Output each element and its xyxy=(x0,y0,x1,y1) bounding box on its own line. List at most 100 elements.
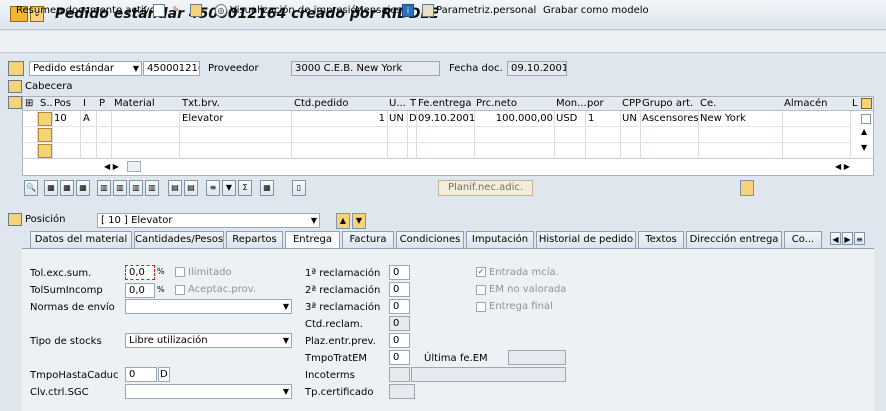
save-layout-icon[interactable]: ▦ xyxy=(260,180,274,196)
tmpo-unit-field[interactable]: D xyxy=(158,367,170,382)
sort-asc-icon[interactable]: ≡ xyxy=(206,180,220,196)
cell-i[interactable]: A xyxy=(83,112,90,126)
horizontal-scrollbar[interactable] xyxy=(127,161,141,172)
export-icon[interactable] xyxy=(740,180,754,196)
col-por[interactable]: por xyxy=(587,97,604,111)
cell-pos[interactable]: 10 xyxy=(54,112,67,126)
ctd-reclam-field[interactable]: 0 xyxy=(389,316,410,331)
cell-t[interactable]: D xyxy=(409,112,417,126)
tab-cantidades[interactable]: Cantidades/Pesos xyxy=(134,231,224,248)
tab-condiciones[interactable]: Condiciones xyxy=(396,231,464,248)
incoterms-field[interactable] xyxy=(389,367,410,382)
col-material[interactable]: Material xyxy=(114,97,155,111)
cell-grupo[interactable]: Ascensores xyxy=(642,112,699,126)
doc-type-select[interactable]: Pedido estándar ▼ xyxy=(29,61,142,76)
sum-icon[interactable]: Σ xyxy=(238,180,252,196)
fecha-field[interactable]: 09.10.2001 xyxy=(507,61,567,76)
row-selector[interactable] xyxy=(38,128,52,142)
reclamacion-2-field[interactable]: 0 xyxy=(389,282,410,297)
ultima-fe-field[interactable] xyxy=(508,350,566,365)
filter-icon[interactable]: ▼ xyxy=(222,180,236,196)
col-u[interactable]: U... xyxy=(389,97,406,111)
tab-historial[interactable]: Historial de pedido xyxy=(536,231,636,248)
col-p[interactable]: P xyxy=(99,97,105,111)
row-checkbox[interactable] xyxy=(861,114,871,124)
ilimitado-checkbox[interactable] xyxy=(175,267,185,277)
parametriz-button[interactable]: Parametriz.personal xyxy=(436,5,536,16)
prev-item-button[interactable]: ▲ xyxy=(336,213,350,229)
tipo-stocks-select[interactable]: Libre utilización ▼ xyxy=(125,333,292,348)
cabecera-expand-icon[interactable] xyxy=(8,80,22,93)
proveedor-field[interactable]: 3000 C.E.B. New York xyxy=(291,61,440,76)
reclamacion-1-field[interactable]: 0 xyxy=(389,265,410,280)
scroll-right-icon[interactable]: ◀ ▶ xyxy=(835,160,850,174)
edit-icon[interactable]: ✎ xyxy=(170,4,182,17)
cell-por[interactable]: 1 xyxy=(588,112,594,126)
cell-ctd[interactable]: 1 xyxy=(293,112,385,126)
cell-txt[interactable]: Elevator xyxy=(182,112,223,126)
resumen-button[interactable]: Resumen documento activo xyxy=(16,5,156,16)
entrada-mcia-checkbox[interactable]: ✓ xyxy=(476,267,486,277)
personal-settings-icon[interactable] xyxy=(422,4,434,17)
scroll-down-icon[interactable]: ▼ xyxy=(861,141,867,155)
cell-mon[interactable]: USD xyxy=(556,112,577,126)
tab-factura[interactable]: Factura xyxy=(342,231,394,248)
lock-icon[interactable]: ▥ xyxy=(113,180,127,196)
cabecera-label[interactable]: Cabecera xyxy=(25,81,73,92)
col-s[interactable]: S.. xyxy=(40,97,53,111)
details-icon[interactable]: 🔍 xyxy=(24,180,38,196)
next-item-button[interactable]: ▼ xyxy=(352,213,366,229)
col-i[interactable]: I xyxy=(83,97,86,111)
incoterms-2-field[interactable] xyxy=(411,367,566,382)
entrega-final-checkbox[interactable] xyxy=(476,302,486,312)
col-l[interactable]: L xyxy=(852,97,858,111)
paste-icon[interactable]: ▤ xyxy=(184,180,198,196)
col-t[interactable]: T xyxy=(410,97,416,111)
cell-fe[interactable]: 09.10.2001 xyxy=(418,112,475,126)
notes-icon[interactable]: ▯ xyxy=(292,180,306,196)
cell-ce[interactable]: New York xyxy=(700,112,746,126)
col-grupo[interactable]: Grupo art. xyxy=(642,97,693,111)
print-preview-icon[interactable]: ◎ xyxy=(215,4,227,17)
tab-datos-material[interactable]: Datos del material xyxy=(30,231,132,248)
normas-envio-select[interactable]: ▼ xyxy=(125,299,292,314)
column-config-icon[interactable] xyxy=(861,98,872,109)
cell-u[interactable]: UN xyxy=(389,112,404,126)
display-change-icon[interactable] xyxy=(190,4,202,17)
row-selector[interactable] xyxy=(38,144,52,158)
visualizacion-button[interactable]: Visualización de impresión xyxy=(230,5,363,16)
col-ctd[interactable]: Ctd.pedido xyxy=(294,97,349,111)
tab-textos[interactable]: Textos xyxy=(638,231,684,248)
tol-sum-field[interactable]: 0,0 xyxy=(125,283,155,298)
tab-right-icon[interactable]: ▶ xyxy=(842,232,853,245)
plaz-entr-field[interactable]: 0 xyxy=(389,333,410,348)
position-expand-icon[interactable] xyxy=(8,213,22,226)
select-all-icon[interactable]: ⊞ xyxy=(25,97,33,111)
clv-sgc-select[interactable]: ▼ xyxy=(125,384,292,399)
new-document-icon[interactable] xyxy=(153,4,165,17)
tab-repartos[interactable]: Repartos xyxy=(226,231,283,248)
col-fe[interactable]: Fe.entrega xyxy=(418,97,471,111)
col-prc[interactable]: Prc.neto xyxy=(476,97,517,111)
aceptac-checkbox[interactable] xyxy=(175,285,185,295)
col-pos[interactable]: Pos xyxy=(54,97,71,111)
grabar-modelo-button[interactable]: Grabar como modelo xyxy=(543,5,649,16)
tab-direccion[interactable]: Dirección entrega xyxy=(686,231,782,248)
doc-number-field[interactable]: 4500012164 xyxy=(143,61,200,76)
planif-button[interactable]: Planif.nec.adic. xyxy=(438,180,533,196)
col-mon[interactable]: Mon... xyxy=(556,97,587,111)
col-almacen[interactable]: Almacén xyxy=(784,97,827,111)
cut-icon[interactable]: ▤ xyxy=(168,180,182,196)
tol-exc-field[interactable]: 0,0 xyxy=(125,265,155,280)
unlock-icon[interactable]: ▥ xyxy=(129,180,143,196)
col-cpp[interactable]: CPP xyxy=(622,97,641,111)
cell-prc[interactable]: 100.000,00 xyxy=(475,112,553,126)
items-collapse-icon[interactable] xyxy=(8,96,22,109)
scroll-up-icon[interactable]: ▲ xyxy=(861,125,867,139)
tab-entrega[interactable]: Entrega xyxy=(285,231,340,249)
row-selector[interactable] xyxy=(38,112,52,126)
copy-icon[interactable]: ▦ xyxy=(44,180,58,196)
tmpo-caduc-field[interactable]: 0 xyxy=(125,367,157,382)
tab-more[interactable]: Co... xyxy=(784,231,822,248)
reclamacion-3-field[interactable]: 0 xyxy=(389,299,410,314)
